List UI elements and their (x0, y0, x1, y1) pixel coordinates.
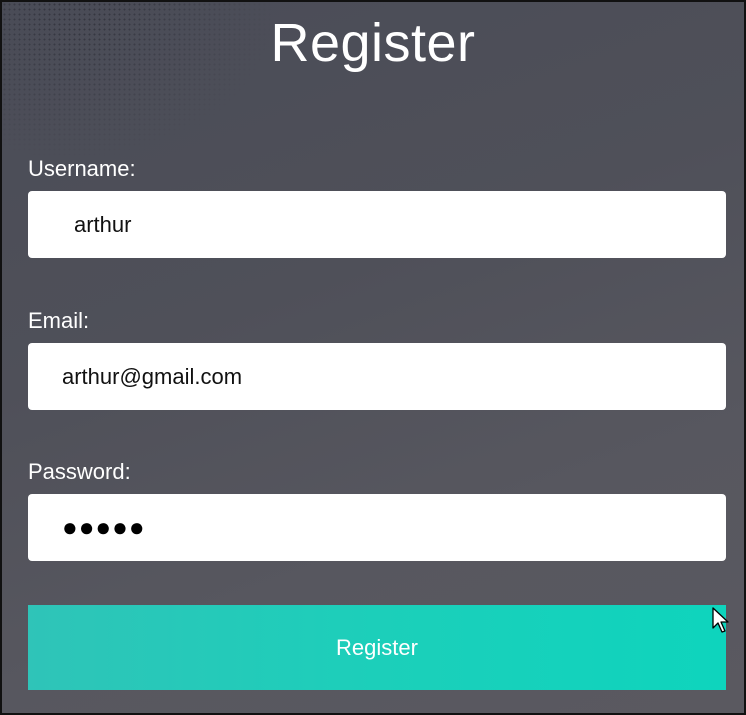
email-value: arthur@gmail.com (62, 363, 243, 389)
password-masked-value: ●●●●● (62, 512, 146, 542)
email-input[interactable]: arthur@gmail.com (28, 343, 726, 410)
username-input[interactable]: arthur (28, 191, 726, 258)
password-input[interactable]: ●●●●● (28, 494, 726, 561)
username-value: arthur (74, 211, 132, 237)
password-label: Password: (28, 459, 131, 484)
register-button[interactable]: Register (28, 605, 726, 690)
register-panel: Register Username: arthur Email: arthur@… (0, 0, 746, 715)
mouse-pointer-icon (712, 607, 729, 633)
username-label: Username: (28, 156, 136, 181)
email-label: Email: (28, 308, 90, 333)
page-title: Register (270, 13, 476, 73)
